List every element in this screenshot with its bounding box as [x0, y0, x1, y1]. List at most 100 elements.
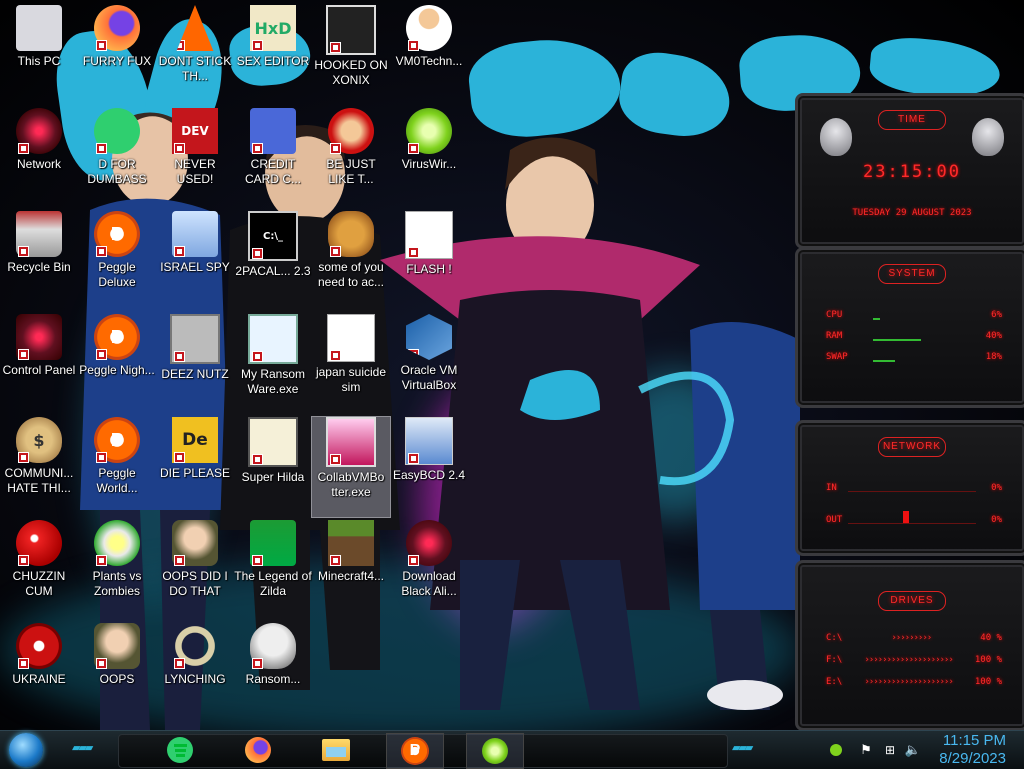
- taskbar-viruswire-button[interactable]: [466, 733, 524, 769]
- drive-f-meter: ››››››››››››››››››››: [864, 655, 953, 665]
- network-tray-icon: ⊞: [884, 743, 896, 757]
- desktop-icon[interactable]: DEEZ NUTZ: [156, 314, 234, 414]
- desktop-icon[interactable]: FURRY FUX: [78, 5, 156, 105]
- skull-icon: [250, 623, 296, 669]
- vlc-cone-icon: [176, 5, 214, 51]
- shortcut-badge-icon: [96, 452, 107, 463]
- desktop-icon-label: FURRY FUX: [82, 54, 152, 68]
- desktop-icon[interactable]: Plants vs Zombies: [78, 520, 156, 620]
- drive-e-meter: ››››››››››››››››››››: [864, 677, 953, 687]
- control-panel-icon: [16, 314, 62, 360]
- peggle-icon: P: [401, 737, 429, 765]
- desktop-icon[interactable]: CollabVMBo tter.exe: [311, 416, 391, 518]
- flag-icon: ⚑: [860, 742, 872, 757]
- desktop-icon[interactable]: Control Panel: [0, 314, 78, 414]
- desktop-icon[interactable]: Download Black Ali...: [390, 520, 468, 620]
- time-gadget-date: TUESDAY 29 AUGUST 2023: [852, 208, 972, 218]
- taskbar-peggle-button[interactable]: P: [386, 733, 444, 769]
- virtualbox-icon: [406, 314, 452, 360]
- desktop-icon[interactable]: BE JUST LIKE T...: [312, 108, 390, 208]
- money-bag-icon: $: [16, 417, 62, 463]
- desktop-icon[interactable]: OOPS: [78, 623, 156, 723]
- tray-network-button[interactable]: ⊞: [880, 733, 900, 767]
- shortcut-badge-icon: [252, 143, 263, 154]
- desktop-icon[interactable]: De DIE PLEASE: [156, 417, 234, 517]
- desktop-icon[interactable]: $ COMMUNI... HATE THI...: [0, 417, 78, 517]
- network-out-graph: [848, 523, 976, 524]
- desktop-icon[interactable]: CREDIT CARD C...: [234, 108, 312, 208]
- desktop-icon[interactable]: C:\_ 2PACAL... 2.3: [234, 211, 312, 311]
- desktop-icon[interactable]: FLASH !: [390, 211, 468, 311]
- shortcut-badge-icon: [252, 351, 263, 362]
- drives-gadget[interactable]: DRIVES C:\ ››››››››› 40 % F:\ ››››››››››…: [795, 560, 1024, 731]
- network-icon: [16, 108, 62, 154]
- desktop-icon[interactable]: Super Hilda: [234, 417, 312, 517]
- noose-icon: [172, 623, 218, 669]
- shortcut-badge-icon: [96, 143, 107, 154]
- shortcut-badge-icon: [330, 42, 341, 53]
- desktop-icon[interactable]: OOPS DID I DO THAT: [156, 520, 234, 620]
- desktop-icon[interactable]: Minecraft4...: [312, 520, 390, 620]
- ram-usage-bar: [873, 339, 921, 341]
- network-gadget[interactable]: NETWORK IN 0% OUT 0%: [795, 420, 1024, 556]
- desktop-icon[interactable]: LYNCHING: [156, 623, 234, 723]
- desktop-icon[interactable]: DONT STICK TH...: [156, 5, 234, 105]
- desktop-icon-label: VM0Techn...: [395, 54, 463, 68]
- desktop-icon[interactable]: CHUZZIN CUM: [0, 520, 78, 620]
- desktop-icon-label: UKRAINE: [12, 672, 66, 686]
- desktop-icon[interactable]: HOOKED ON XONIX: [312, 5, 390, 105]
- desktop-icon[interactable]: EasyBCD 2.4: [390, 417, 468, 517]
- time-gadget-clock: 23:15:00: [863, 162, 961, 182]
- desktop-icon-label: Super Hilda: [241, 470, 305, 484]
- desktop-icon[interactable]: some of you need to ac...: [312, 211, 390, 311]
- desktop-icon-label: Control Panel: [2, 363, 76, 377]
- tray-lime-button[interactable]: [826, 733, 846, 767]
- network-out-spike: [903, 511, 909, 523]
- network-out-label: OUT: [826, 515, 843, 525]
- desktop-icon-label: NEVER USED!: [174, 157, 216, 186]
- desktop-icon[interactable]: VirusWir...: [390, 108, 468, 208]
- desktop-icon[interactable]: Network: [0, 108, 78, 208]
- taskbar-discord-button[interactable]: [160, 733, 200, 767]
- drive-e-label: E:\: [826, 677, 843, 687]
- shortcut-badge-icon: [408, 40, 419, 51]
- start-button[interactable]: [4, 733, 48, 767]
- shortcut-badge-icon: [252, 454, 263, 465]
- easybcd-icon: [405, 417, 453, 465]
- document-icon: [327, 314, 375, 362]
- desktop-icon[interactable]: P Peggle Nigh...: [78, 314, 156, 414]
- desktop-icon-label: The Legend of Zilda: [234, 569, 312, 598]
- tray-flag-button[interactable]: ⚑: [856, 733, 876, 767]
- taskbar: ▰▰▰ P ▰▰▰ ⚑ ⊞ 🔈 11:15 PM 8/29/2023: [0, 730, 1024, 769]
- taskbar-explorer-button[interactable]: [316, 733, 356, 767]
- desktop-icon[interactable]: japan suicide sim: [312, 314, 390, 414]
- desktop-icon[interactable]: D FOR DUMBASS: [78, 108, 156, 208]
- desktop-icon[interactable]: The Legend of Zilda: [234, 520, 312, 620]
- desktop-icon[interactable]: P Peggle World...: [78, 417, 156, 517]
- desktop-icon-label: This PC: [17, 54, 61, 68]
- system-gadget[interactable]: SYSTEM CPU 6% RAM 40% SWAP 18%: [795, 247, 1024, 408]
- desktop-icon[interactable]: VM0Techn...: [390, 5, 468, 105]
- swap-row: SWAP 18%: [826, 352, 1002, 362]
- desktop-icon-label: CHUZZIN CUM: [12, 569, 66, 598]
- desktop-icon[interactable]: ISRAEL SPY: [156, 211, 234, 311]
- desktop-icon-label: 2PACAL... 2.3: [235, 264, 311, 278]
- desktop-icon[interactable]: My Ransom Ware.exe: [234, 314, 312, 414]
- desktop-icon[interactable]: Oracle VM VirtualBox: [390, 314, 468, 414]
- desktop-icon[interactable]: DEV NEVER USED!: [156, 108, 234, 208]
- desktop-icon[interactable]: P Peggle Deluxe: [78, 211, 156, 311]
- desktop-icon[interactable]: Recycle Bin: [0, 211, 78, 311]
- desktop-icon[interactable]: HxD SEX EDITOR: [234, 5, 312, 105]
- zelda-icon: [250, 520, 296, 566]
- taskbar-firefox-button[interactable]: [238, 733, 278, 767]
- desktop-icon[interactable]: UKRAINE: [0, 623, 78, 723]
- desktop-icon-label: Ransom...: [245, 672, 301, 686]
- desktop-icon[interactable]: Ransom...: [234, 623, 312, 723]
- peggle-icon: P: [94, 211, 140, 257]
- tray-volume-button[interactable]: 🔈: [903, 733, 923, 767]
- monitor-icon: [326, 417, 376, 467]
- drive-f-label: F:\: [826, 655, 843, 665]
- discord-icon: [167, 737, 193, 763]
- time-gadget[interactable]: TIME 23:15:00 TUESDAY 29 AUGUST 2023: [795, 93, 1024, 249]
- desktop-icon[interactable]: This PC: [0, 5, 78, 105]
